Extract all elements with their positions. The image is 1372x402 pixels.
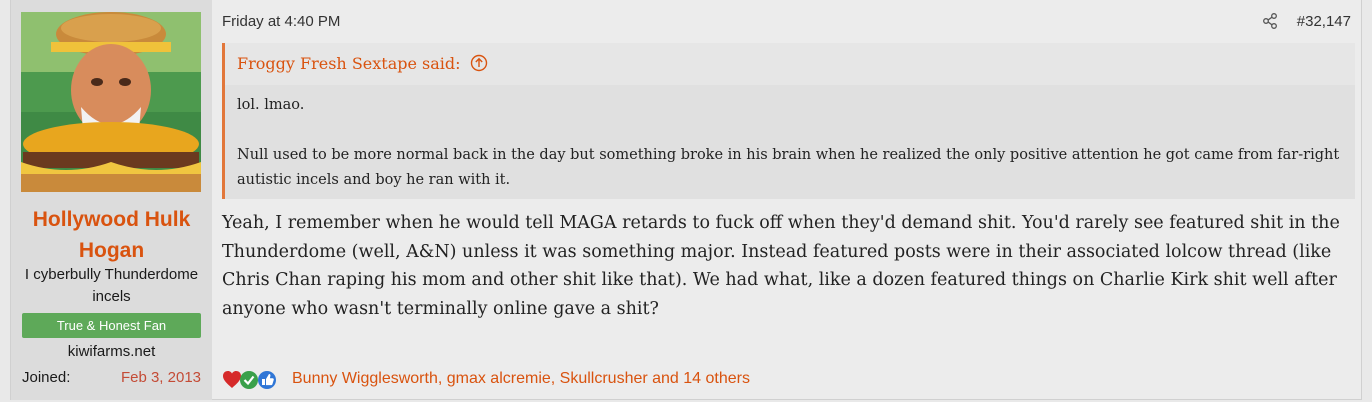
avatar[interactable] xyxy=(21,12,201,192)
joined-row: Joined: Feb 3, 2013 xyxy=(22,369,201,386)
quote-header[interactable]: Froggy Fresh Sextape said: xyxy=(225,43,1355,85)
thumbs-up-icon xyxy=(258,371,276,389)
post-date[interactable]: Friday at 4:40 PM xyxy=(222,13,340,30)
avatar-image xyxy=(21,12,201,192)
user-title: I cyberbully Thunderdome incels xyxy=(24,266,199,305)
quote-block: Froggy Fresh Sextape said: lol. lmao. Nu… xyxy=(222,43,1355,199)
quote-author[interactable]: Froggy Fresh Sextape said: xyxy=(237,54,488,73)
reaction-icons[interactable] xyxy=(222,369,284,391)
jump-up-icon[interactable] xyxy=(470,54,488,72)
post-main: Friday at 4:40 PM #32,147 Froggy Fresh S… xyxy=(212,0,1361,400)
user-banner: True & Honest Fan xyxy=(22,313,201,338)
check-icon xyxy=(240,371,258,389)
share-icon[interactable] xyxy=(1261,12,1279,30)
quote-line: lol. lmao. xyxy=(237,97,305,113)
quote-author-text[interactable]: Froggy Fresh Sextape said: xyxy=(237,54,461,73)
quote-line: Null used to be more normal back in the … xyxy=(237,147,1340,188)
quote-body: lol. lmao. Null used to be more normal b… xyxy=(225,85,1355,199)
message-post: Hollywood Hulk Hogan I cyberbully Thunde… xyxy=(10,0,1362,400)
joined-label: Joined: xyxy=(22,369,71,386)
heart-icon xyxy=(223,371,241,388)
joined-value: Feb 3, 2013 xyxy=(120,369,201,386)
post-number[interactable]: #32,147 xyxy=(1297,13,1351,30)
post-body: Yeah, I remember when he would tell MAGA… xyxy=(222,213,1340,319)
user-site: kiwifarms.net xyxy=(67,343,156,360)
user-sidebar: Hollywood Hulk Hogan I cyberbully Thunde… xyxy=(11,0,212,400)
reactions-list[interactable]: Bunny Wigglesworth, gmax alcremie, Skull… xyxy=(292,370,750,388)
username[interactable]: Hollywood Hulk Hogan xyxy=(11,204,212,266)
